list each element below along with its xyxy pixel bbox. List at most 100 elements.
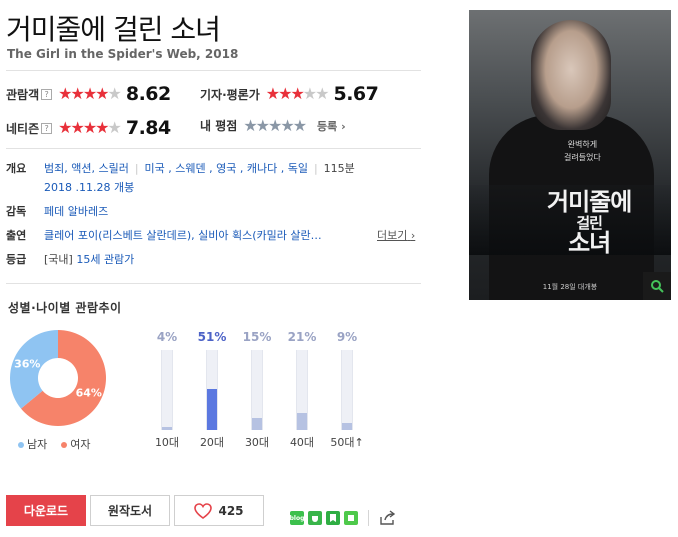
like-button[interactable]: 425 — [174, 495, 264, 526]
bar-fill — [207, 389, 217, 430]
cast-link[interactable]: 클레어 포이(리스베트 살란데르), 실비아 획스(카밀라 살란… — [44, 227, 322, 243]
grade-link[interactable]: 15세 관람가 — [76, 253, 134, 266]
overview-row: 개요 범죄, 액션, 스릴러 | 미국 , 스웨덴 , 영국 , 캐나다 , 독일 |… — [6, 162, 355, 175]
star-icon[interactable]: ★ — [280, 116, 294, 135]
cast-row: 출연 클레어 포이(리스베트 살란데르), 실비아 획스(카밀라 살란… — [6, 227, 322, 243]
bar-category-label: 20대 — [199, 436, 225, 449]
my-rating-label: 내 평점 — [200, 119, 238, 133]
chevron-right-icon: › — [410, 229, 416, 242]
bar-fill — [162, 426, 172, 430]
search-icon — [651, 280, 664, 293]
grade-row: 등급 [국내] 15세 관람가 — [6, 251, 134, 267]
bar-fill — [342, 422, 352, 430]
runtime: 115분 — [323, 162, 355, 175]
star-icon[interactable]: ★ — [243, 116, 257, 135]
bar-value-label: 4% — [156, 330, 178, 344]
star-icon: ★ — [82, 84, 97, 103]
bar-fill — [252, 418, 262, 430]
movie-subtitle: The Girl in the Spider's Web, 2018 — [7, 47, 239, 61]
star-icon: ★ — [82, 118, 97, 137]
original-book-button[interactable]: 원작도서 — [90, 495, 170, 526]
star-icon: ★ — [302, 84, 317, 103]
bar-value-label: 9% — [336, 330, 358, 344]
critic-stars: ★★★★★ — [265, 84, 330, 103]
bar-track — [296, 350, 308, 430]
audience-rating-label: 관람객 — [6, 87, 40, 102]
director-label: 감독 — [6, 205, 27, 218]
critic-score: 5.67 — [333, 83, 379, 105]
help-icon[interactable]: ? — [41, 88, 53, 100]
grade-prefix: [국내] — [44, 253, 73, 266]
age-bar-column: 21% 40대 — [280, 330, 324, 450]
star-icon: ★ — [278, 84, 292, 103]
memo-share-icon[interactable] — [344, 511, 358, 525]
country-link[interactable]: 미국 , 스웨덴 , 영국 , 캐나다 , 독일 — [145, 162, 308, 175]
blog-share-icon[interactable]: blog — [290, 511, 304, 525]
netizen-stars: ★★★★★ — [58, 118, 122, 137]
netizen-score: 7.84 — [125, 117, 171, 139]
director-row: 감독 페데 알바레즈 — [6, 203, 108, 219]
star-icon: ★ — [58, 118, 72, 137]
chevron-right-icon: › — [341, 119, 346, 133]
bar-track — [341, 350, 353, 430]
age-bar-column: 51% 20대 — [190, 330, 234, 450]
my-rating-stars[interactable]: ★★★★★ — [243, 116, 307, 135]
age-bar-column: 9% 50대↑ — [325, 330, 369, 450]
overview-label: 개요 — [6, 162, 27, 175]
release-date-link[interactable]: 2018 .11.28 개봉 — [44, 179, 134, 195]
cafe-share-icon[interactable] — [308, 511, 322, 525]
movie-poster[interactable]: 완벽하게 걸려들었다 거미줄에 걸린 소녀 11월 28일 대개봉 — [469, 10, 671, 300]
bar-value-label: 21% — [287, 330, 317, 344]
share-icon[interactable] — [379, 510, 397, 526]
pie-label-남자: 36% — [14, 358, 40, 371]
register-rating-link[interactable]: 등록 › — [317, 118, 346, 134]
legend-male: 남자 — [18, 436, 47, 452]
grade-label: 등급 — [6, 253, 27, 266]
star-icon[interactable]: ★ — [293, 116, 307, 135]
release-row: 2018 .11.28 개봉 — [44, 179, 134, 195]
pie-label-여자: 64% — [76, 386, 102, 399]
more-cast-link[interactable]: 더보기 › — [377, 227, 415, 243]
critic-rating: 기자·평론가 ★★★★★ 5.67 — [200, 83, 379, 105]
divider — [368, 510, 369, 526]
zoom-button[interactable] — [643, 272, 671, 300]
gender-legend: 남자 여자 — [18, 436, 91, 452]
divider — [6, 148, 421, 149]
star-icon: ★ — [107, 84, 122, 103]
bookmark-share-icon[interactable] — [326, 511, 340, 525]
age-bar-column: 4% 10대 — [145, 330, 189, 450]
star-icon[interactable]: ★ — [268, 116, 282, 135]
star-icon: ★ — [265, 84, 280, 103]
trend-title: 성별·나이별 관람추이 — [8, 301, 122, 315]
bar-track — [161, 350, 173, 430]
bar-value-label: 15% — [242, 330, 272, 344]
bar-track — [251, 350, 263, 430]
download-button[interactable]: 다운로드 — [6, 495, 86, 526]
divider — [6, 283, 421, 284]
poster-tagline: 완벽하게 걸려들었다 — [564, 140, 601, 162]
audience-score: 8.62 — [125, 83, 171, 105]
critic-rating-label: 기자·평론가 — [200, 87, 260, 102]
bar-category-label: 40대 — [289, 436, 315, 449]
poster-footer: 11월 28일 대개봉 — [542, 283, 598, 291]
bar-track — [206, 350, 218, 430]
netizen-rating-label: 네티즌 — [6, 121, 40, 136]
bar-category-label: 50대↑ — [330, 436, 364, 449]
director-link[interactable]: 페데 알바레즈 — [44, 203, 108, 219]
age-bar-chart: 4% 10대 51% 20대 15% 30대 21% 40대 9% 50대↑ — [145, 330, 375, 452]
cast-label: 출연 — [6, 229, 27, 242]
movie-title: 거미줄에 걸린 소녀 — [6, 13, 221, 46]
bar-value-label: 51% — [197, 330, 227, 344]
star-icon: ★ — [70, 84, 84, 103]
star-icon: ★ — [107, 118, 122, 137]
star-icon: ★ — [58, 84, 72, 103]
my-rating: 내 평점 ★★★★★ 등록 › — [200, 117, 346, 134]
star-icon: ★ — [290, 84, 304, 103]
genre-link[interactable]: 범죄, 액션, 스릴러 — [44, 162, 129, 175]
help-icon[interactable]: ? — [41, 122, 53, 134]
divider — [6, 70, 421, 71]
star-icon[interactable]: ★ — [256, 116, 270, 135]
age-bar-column: 15% 30대 — [235, 330, 279, 450]
star-icon: ★ — [315, 84, 329, 103]
star-icon: ★ — [95, 84, 109, 103]
